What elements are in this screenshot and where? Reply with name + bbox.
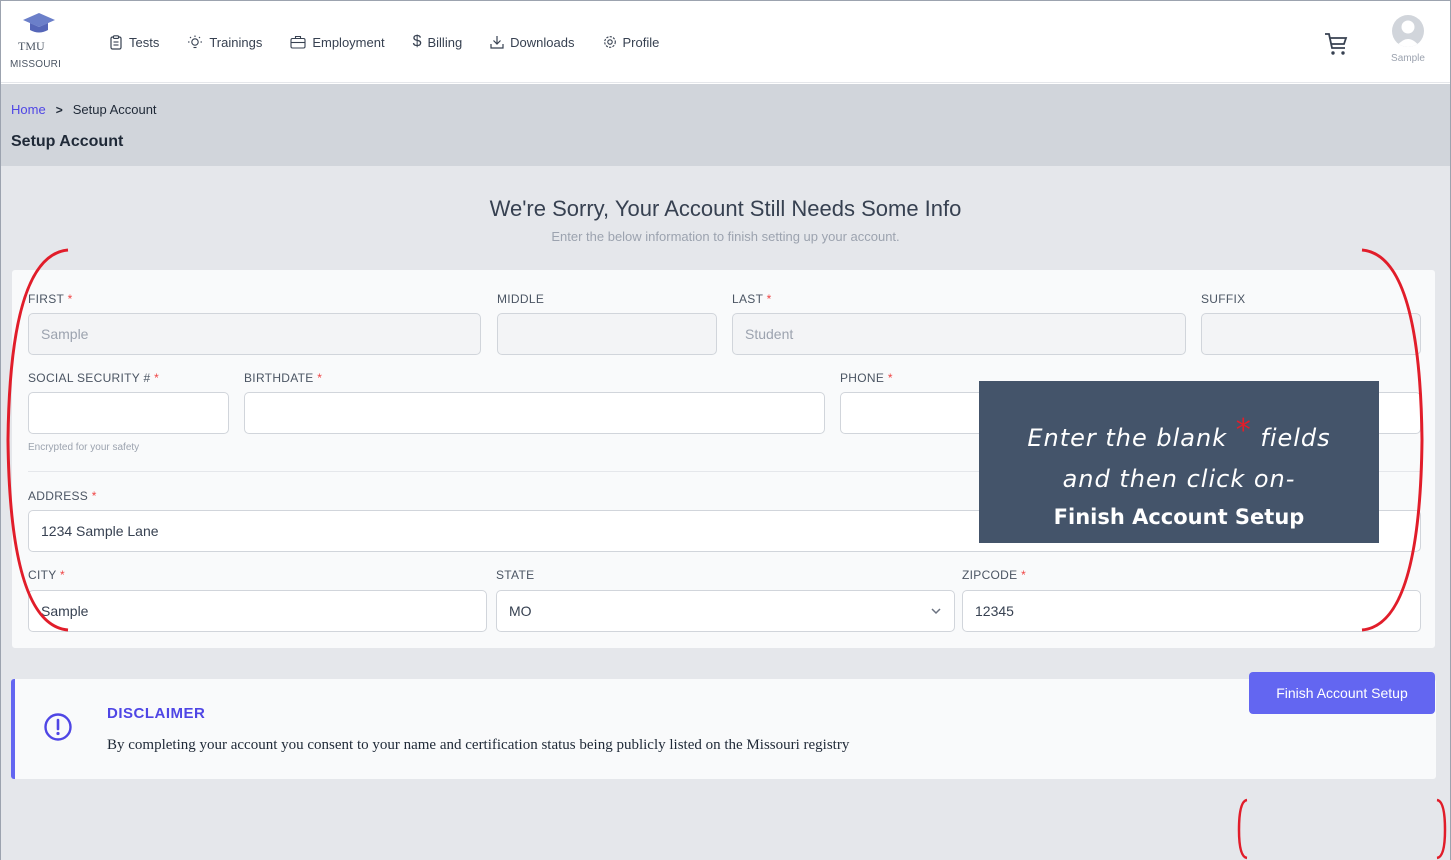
middle-name-field[interactable] (497, 313, 717, 355)
nav-downloads-label: Downloads (510, 34, 575, 50)
page-title: Setup Account (11, 133, 124, 150)
nav-billing-label: Billing (427, 34, 463, 50)
zipcode-field[interactable]: 12345 (962, 590, 1421, 632)
disclaimer-text: By completing your account you consent t… (107, 737, 850, 753)
birthdate-label: BIRTHDATE * (244, 371, 323, 385)
address-label: ADDRESS * (28, 489, 97, 503)
required-marker: * (887, 371, 893, 385)
instruction-callout: Enter the blank * fields and then click … (979, 381, 1379, 543)
chevron-right-icon: > (55, 102, 63, 117)
first-name-field[interactable]: Sample (28, 313, 481, 355)
zipcode-label: ZIPCODE * (962, 568, 1027, 582)
state-label: STATE (496, 568, 535, 582)
brand-logo[interactable]: TMU MISSOURI (10, 11, 70, 77)
clipboard-icon (110, 34, 122, 50)
cart-icon[interactable] (1323, 31, 1349, 57)
nav-tests-label: Tests (129, 34, 160, 50)
dollar-icon: $ (412, 33, 422, 50)
disclaimer-panel: DISCLAIMER By completing your account yo… (11, 679, 1436, 779)
breadcrumb-home-link[interactable]: Home (11, 102, 46, 117)
graduation-cap-icon (23, 13, 55, 33)
nav-tests[interactable]: Tests (109, 33, 159, 51)
callout-line-1: Enter the blank * fields (1027, 413, 1331, 452)
nav-profile-label: Profile (622, 34, 660, 50)
ssn-hint: Encrypted for your safety (28, 442, 140, 453)
callout-line-3: Finish Account Setup (1053, 505, 1305, 529)
required-marker: * (1021, 568, 1027, 582)
ssn-field[interactable] (28, 392, 229, 434)
nav-trainings-label: Trainings (209, 34, 263, 50)
suffix-label: SUFFIX (1201, 292, 1246, 306)
required-marker: * (766, 292, 772, 306)
main-nav: Tests Trainings Employment $ Billing Dow… (109, 33, 687, 51)
finish-account-setup-button[interactable]: Finish Account Setup (1249, 672, 1435, 714)
state-select[interactable]: MO (496, 590, 955, 632)
user-name: Sample (1391, 53, 1425, 64)
notice-title: We're Sorry, Your Account Still Needs So… (489, 196, 962, 221)
exclamation-circle-icon (44, 713, 72, 741)
briefcase-icon (290, 35, 306, 49)
ssn-label: SOCIAL SECURITY # * (28, 371, 160, 385)
download-icon (490, 36, 504, 49)
lightbulb-icon (188, 35, 203, 48)
city-label: CITY * (28, 568, 65, 582)
brand-name: TMU (18, 39, 45, 53)
chevron-down-icon (931, 608, 941, 615)
nav-downloads[interactable]: Downloads (490, 33, 575, 51)
required-marker: * (91, 489, 97, 503)
callout-line-2: and then click on- (1062, 465, 1296, 493)
suffix-field[interactable] (1201, 313, 1421, 355)
phone-label: PHONE * (840, 371, 893, 385)
middle-name-label: MIDDLE (497, 292, 545, 306)
page-header: Home > Setup Account Setup Account (1, 84, 1450, 166)
disclaimer-title: DISCLAIMER (107, 705, 206, 722)
birthdate-field[interactable] (244, 392, 825, 434)
nav-employment[interactable]: Employment (290, 33, 385, 51)
nav-employment-label: Employment (312, 34, 385, 50)
nav-trainings[interactable]: Trainings (187, 33, 262, 51)
avatar (1392, 15, 1424, 47)
required-marker: * (317, 371, 323, 385)
required-marker: * (154, 371, 160, 385)
user-menu[interactable]: Sample (1384, 15, 1432, 64)
first-name-label: FIRST * (28, 292, 73, 306)
brand-state: MISSOURI (10, 59, 62, 70)
user-silhouette-icon (1396, 20, 1420, 47)
notice-subtitle: Enter the below information to finish se… (551, 229, 900, 244)
top-navbar: TMU MISSOURI Tests Trainings Employment … (1, 1, 1450, 83)
breadcrumb-current: Setup Account (72, 102, 157, 117)
last-name-label: LAST * (732, 292, 772, 306)
required-marker: * (59, 568, 65, 582)
last-name-field[interactable]: Student (732, 313, 1186, 355)
nav-profile[interactable]: Profile (603, 33, 660, 51)
required-marker: * (67, 292, 73, 306)
required-star-marker: * (1235, 413, 1252, 448)
gear-icon (603, 36, 616, 48)
city-field[interactable]: Sample (28, 590, 487, 632)
nav-billing[interactable]: $ Billing (413, 33, 463, 51)
breadcrumb: Home > Setup Account (11, 102, 157, 117)
